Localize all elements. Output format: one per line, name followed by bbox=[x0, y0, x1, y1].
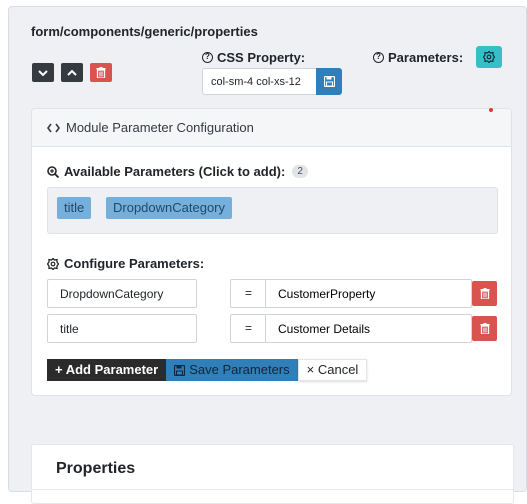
question-circle-icon: ? bbox=[202, 52, 213, 63]
code-icon bbox=[47, 123, 60, 132]
search-plus-icon bbox=[47, 165, 59, 178]
add-parameter-button[interactable]: + Add Parameter bbox=[47, 359, 167, 381]
module-parameter-card: Module Parameter Configuration Available… bbox=[31, 108, 512, 396]
parameters-settings-button[interactable] bbox=[476, 46, 502, 68]
save-css-button[interactable] bbox=[316, 68, 342, 95]
css-property-input[interactable] bbox=[202, 68, 317, 95]
available-param-chip[interactable]: title bbox=[57, 197, 92, 219]
delete-parameter-button[interactable] bbox=[472, 316, 497, 341]
gear-icon bbox=[483, 51, 495, 63]
parameter-equals-sign: = bbox=[230, 279, 266, 308]
move-up-button[interactable] bbox=[61, 63, 83, 82]
parameter-value-input[interactable] bbox=[265, 279, 472, 308]
parameter-equals-sign: = bbox=[230, 314, 266, 343]
question-circle-icon: ? bbox=[373, 52, 384, 63]
cog-icon bbox=[47, 257, 59, 270]
trash-icon bbox=[96, 67, 106, 78]
available-param-chip[interactable]: DropdownCategory bbox=[106, 197, 233, 219]
properties-title: Properties bbox=[56, 460, 136, 477]
available-count-badge: 2 bbox=[292, 165, 308, 178]
chevron-down-icon bbox=[38, 69, 48, 76]
parameter-value-input[interactable] bbox=[265, 314, 472, 343]
available-parameters-box: title DropdownCategory bbox=[47, 187, 498, 234]
save-icon bbox=[323, 76, 335, 87]
trash-icon bbox=[480, 323, 489, 334]
cancel-button[interactable]: × Cancel bbox=[297, 359, 368, 381]
available-parameters-heading: Available Parameters (Click to add): 2 bbox=[47, 164, 308, 179]
component-path: form/components/generic/properties bbox=[31, 24, 258, 39]
save-parameters-label: Save Parameters bbox=[189, 362, 290, 377]
delete-parameter-button[interactable] bbox=[472, 281, 497, 306]
parameter-key-input[interactable] bbox=[47, 314, 197, 343]
delete-component-button[interactable] bbox=[90, 63, 112, 82]
configure-parameters-label: Configure Parameters: bbox=[64, 256, 205, 271]
chevron-up-icon bbox=[67, 69, 77, 76]
module-card-title: Module Parameter Configuration bbox=[66, 120, 254, 135]
module-card-header: Module Parameter Configuration bbox=[32, 109, 511, 147]
save-parameters-button[interactable]: Save Parameters bbox=[166, 359, 298, 381]
parameter-actions: + Add Parameter Save Parameters × Cancel bbox=[47, 359, 368, 381]
parameter-row: = bbox=[47, 314, 498, 343]
configure-parameters-heading: Configure Parameters: bbox=[47, 256, 204, 271]
properties-divider bbox=[32, 489, 513, 490]
available-parameters-label: Available Parameters (Click to add): bbox=[64, 164, 286, 179]
css-property-label: ? CSS Property: bbox=[202, 50, 305, 65]
parameter-row: = bbox=[47, 279, 498, 308]
status-dot bbox=[489, 108, 493, 112]
parameter-key-input[interactable] bbox=[47, 279, 197, 308]
move-down-button[interactable] bbox=[32, 63, 54, 82]
parameters-label-text: Parameters: bbox=[388, 50, 464, 65]
save-icon bbox=[174, 364, 186, 376]
css-property-label-text: CSS Property: bbox=[217, 50, 306, 65]
parameters-label: ? Parameters: bbox=[373, 50, 463, 65]
properties-card: Properties bbox=[31, 444, 514, 504]
trash-icon bbox=[480, 288, 489, 299]
